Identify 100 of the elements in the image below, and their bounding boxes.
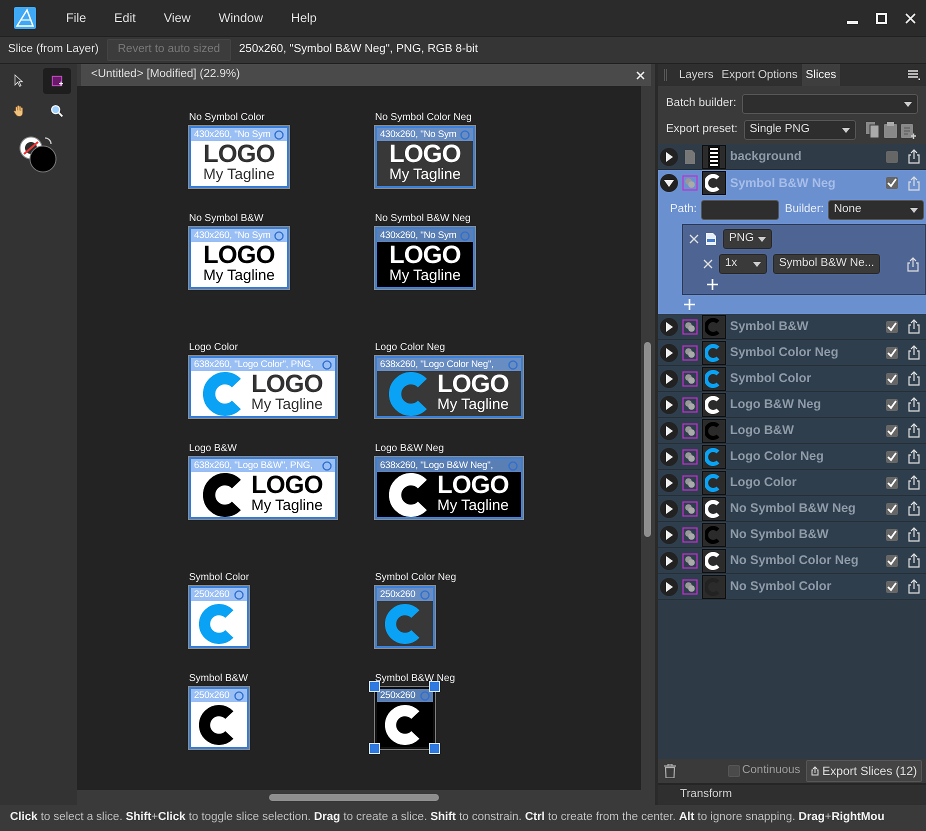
export-slices-button[interactable]: Export Slices (12) [806, 760, 922, 782]
slice-row[interactable]: Logo Color [658, 470, 926, 496]
expand-toggle-icon[interactable] [660, 344, 678, 362]
slice-icon[interactable] [682, 578, 698, 594]
slice-icon[interactable] [682, 344, 698, 360]
expand-toggle-icon[interactable] [660, 174, 678, 192]
circle-icon[interactable] [274, 130, 284, 140]
add-icon[interactable] [684, 299, 695, 310]
menu-item[interactable]: Help [277, 8, 331, 28]
add-icon[interactable] [707, 279, 718, 290]
selection-handle[interactable] [429, 743, 440, 754]
export-icon[interactable] [908, 397, 920, 412]
export-checkbox[interactable] [886, 150, 898, 162]
slice-preview[interactable]: 638x260, "Logo B&W Neg", LOGO My Tagline [375, 457, 523, 519]
close-icon[interactable] [636, 70, 645, 80]
slice-icon[interactable] [682, 500, 698, 516]
slice-row[interactable]: No Symbol Color [658, 574, 926, 600]
expand-toggle-icon[interactable] [660, 148, 678, 166]
panel-menu-icon[interactable] [908, 70, 920, 80]
slice-row[interactable]: Symbol B&W [658, 314, 926, 340]
slice-preview[interactable]: 638x260, "Logo Color", PNG, LOGO My Tagline [189, 356, 337, 418]
export-checkbox[interactable] [886, 502, 898, 514]
panel-tab[interactable]: Slices [802, 64, 840, 86]
slice-row[interactable]: Symbol Color Neg [658, 340, 926, 366]
slice-preview[interactable]: 430x260, "No Sym LOGO My Tagline [375, 227, 475, 289]
export-checkbox[interactable] [886, 450, 898, 462]
slice-row[interactable]: No Symbol B&W Neg [658, 496, 926, 522]
slice-icon[interactable] [682, 422, 698, 438]
export-checkbox[interactable] [886, 476, 898, 488]
export-icon[interactable] [908, 345, 920, 360]
export-icon[interactable] [908, 319, 920, 334]
export-checkbox[interactable] [886, 320, 898, 332]
paste-add-icon[interactable] [900, 122, 916, 138]
circle-icon[interactable] [322, 360, 332, 370]
slice-preview[interactable]: 430x260, "No Sym LOGO My Tagline [189, 227, 289, 289]
circle-icon[interactable] [322, 460, 332, 470]
expand-toggle-icon[interactable] [660, 370, 678, 388]
paste-icon[interactable] [884, 122, 897, 138]
circle-icon[interactable] [234, 590, 244, 600]
remove-icon[interactable] [703, 259, 713, 269]
export-checkbox[interactable] [886, 554, 898, 566]
slice-row[interactable]: Logo B&W Neg [658, 392, 926, 418]
export-preset-dropdown[interactable]: Single PNG [744, 120, 856, 140]
slice-row[interactable]: Logo B&W [658, 418, 926, 444]
slice-icon[interactable] [682, 448, 698, 464]
circle-icon[interactable] [234, 690, 244, 700]
slice-row[interactable]: Logo Color Neg [658, 444, 926, 470]
close-icon[interactable] [905, 12, 916, 24]
copy-icon[interactable] [866, 122, 880, 138]
continuous-checkbox[interactable] [728, 765, 740, 777]
expand-toggle-icon[interactable] [660, 578, 678, 596]
export-checkbox[interactable] [886, 424, 898, 436]
export-checkbox[interactable] [886, 398, 898, 410]
builder-dropdown[interactable]: None [828, 200, 924, 220]
export-icon[interactable] [908, 527, 920, 542]
selection-handle[interactable] [369, 743, 380, 754]
slice-icon[interactable] [682, 370, 698, 386]
slice-icon[interactable] [682, 552, 698, 568]
remove-icon[interactable] [689, 234, 699, 244]
slice-preview[interactable]: 638x260, "Logo B&W", PNG, LOGO My Tagline [189, 457, 337, 519]
menu-item[interactable]: Window [204, 8, 278, 28]
slice-row[interactable]: Symbol Color [658, 366, 926, 392]
export-checkbox[interactable] [886, 372, 898, 384]
menu-item[interactable]: Edit [100, 8, 150, 28]
path-field[interactable] [700, 200, 779, 220]
slice-preview[interactable]: 430x260, "No Sym LOGO My Tagline [189, 126, 289, 188]
slice-row[interactable]: No Symbol Color Neg [658, 548, 926, 574]
export-icon[interactable] [908, 553, 920, 568]
filename-button[interactable]: Symbol B&W Ne... [773, 254, 880, 274]
slice-icon[interactable] [682, 396, 698, 412]
export-checkbox[interactable] [886, 346, 898, 358]
export-checkbox[interactable] [886, 528, 898, 540]
scrollbar-thumb[interactable] [269, 794, 439, 801]
slice-row[interactable]: background [658, 144, 926, 170]
slice-icon[interactable] [682, 318, 698, 334]
slice-preview[interactable]: 250x260 [375, 687, 435, 749]
export-icon[interactable] [908, 149, 920, 164]
slice-row[interactable]: No Symbol B&W [658, 522, 926, 548]
expand-toggle-icon[interactable] [660, 422, 678, 440]
maximize-icon[interactable] [876, 12, 887, 24]
panel-tab[interactable]: Layers [675, 64, 718, 86]
export-icon[interactable] [908, 501, 920, 516]
slice-icon[interactable] [682, 474, 698, 490]
expand-toggle-icon[interactable] [660, 474, 678, 492]
slice-icon[interactable] [682, 526, 698, 542]
menu-item[interactable]: View [150, 8, 205, 28]
export-checkbox[interactable] [886, 580, 898, 592]
panel-tab[interactable]: Export Options [718, 64, 802, 86]
expand-toggle-icon[interactable] [660, 552, 678, 570]
expand-toggle-icon[interactable] [660, 526, 678, 544]
slice-preview[interactable]: 430x260, "No Sym LOGO My Tagline [375, 126, 475, 188]
slice-preview[interactable]: 638x260, "Logo Color Neg", LOGO My Tagline [375, 356, 523, 418]
expand-toggle-icon[interactable] [660, 448, 678, 466]
expand-toggle-icon[interactable] [660, 500, 678, 518]
export-icon[interactable] [908, 579, 920, 594]
circle-icon[interactable] [274, 230, 284, 240]
trash-icon[interactable] [664, 764, 676, 778]
export-icon[interactable] [908, 475, 920, 490]
scrollbar-thumb[interactable] [644, 342, 651, 537]
panel-header[interactable]: Transform [658, 783, 926, 805]
